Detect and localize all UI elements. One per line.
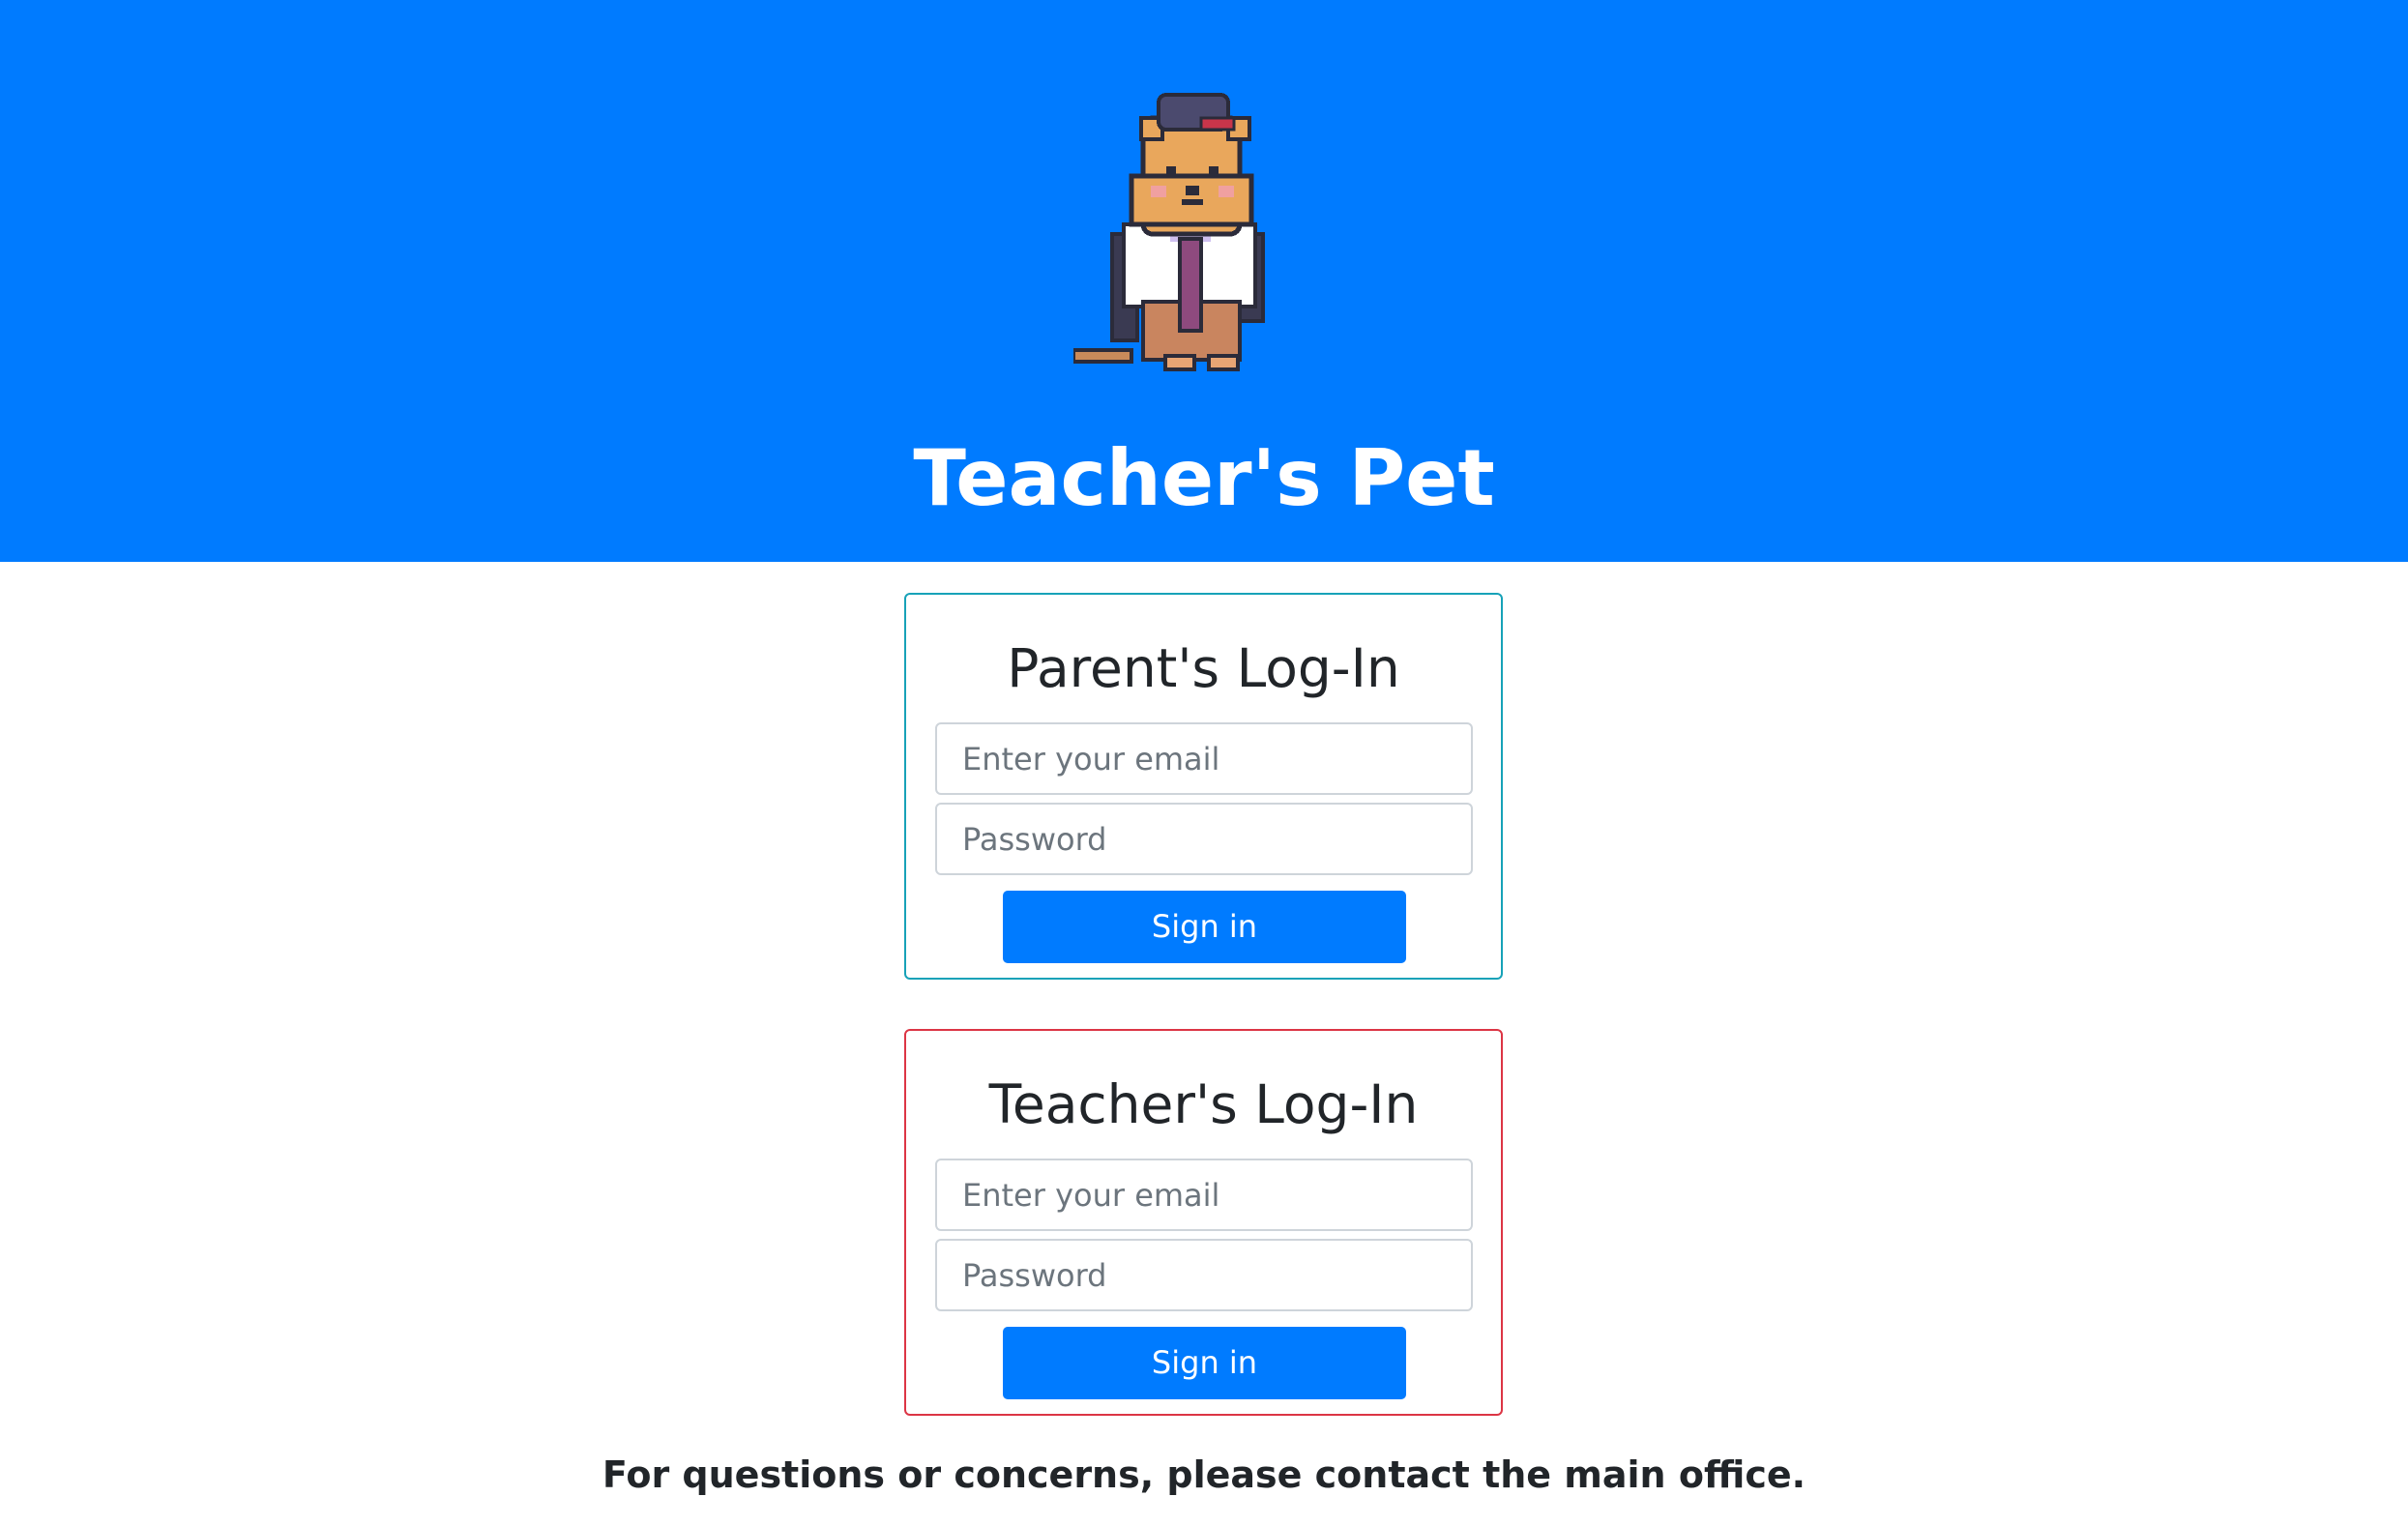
teacher-password-field[interactable] [935,1239,1473,1311]
teacher-login-title: Teacher's Log-In [988,1073,1419,1135]
hamster-mascot-icon [1073,93,1265,371]
teacher-email-field[interactable] [935,1159,1473,1231]
parent-password-field[interactable] [935,803,1473,875]
parent-email-field[interactable] [935,722,1473,795]
site-header: Teacher's Pet [0,0,2408,562]
contact-note: For questions or concerns, please contac… [602,1453,1806,1496]
parent-login-title: Parent's Log-In [1007,637,1400,699]
parent-sign-in-button[interactable]: Sign in [1003,891,1406,963]
teacher-sign-in-button[interactable]: Sign in [1003,1327,1406,1399]
parent-login-card: Parent's Log-In Sign in [904,593,1503,980]
site-title: Teacher's Pet [913,433,1495,523]
teacher-login-card: Teacher's Log-In Sign in [904,1029,1503,1416]
